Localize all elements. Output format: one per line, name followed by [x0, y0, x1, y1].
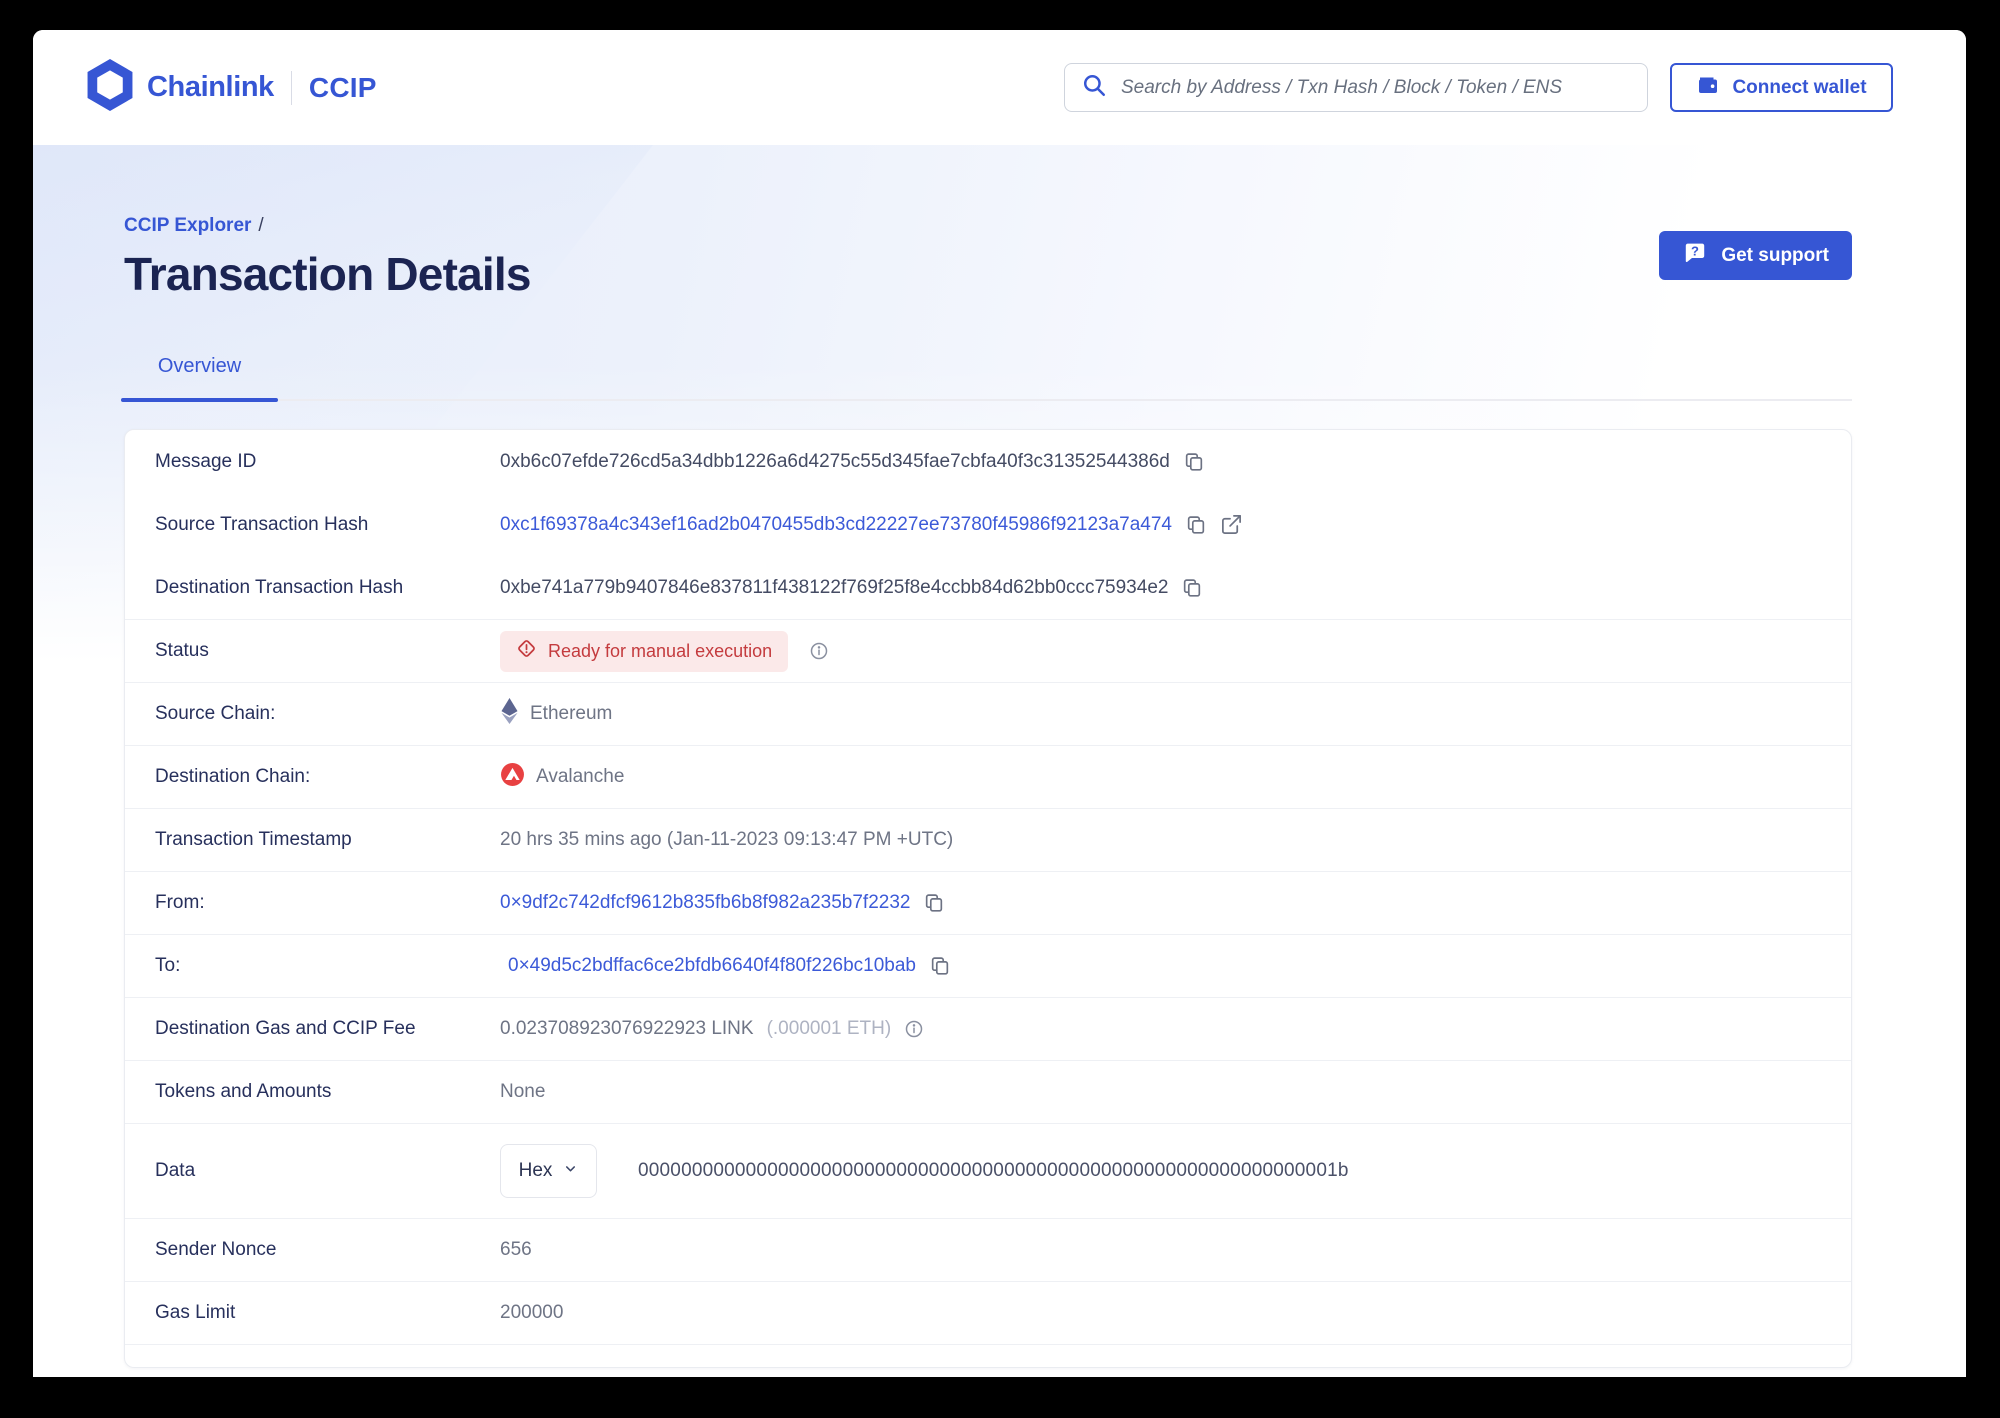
breadcrumb: CCIP Explorer /	[124, 215, 531, 237]
get-support-button[interactable]: ? Get support	[1659, 231, 1852, 280]
chat-question-icon: ?	[1682, 240, 1708, 272]
to-address-link[interactable]: 0×49d5c2bdffac6ce2bfdb6640f4f80f226bc10b…	[508, 955, 916, 977]
row-destination-transaction-hash: Destination Transaction Hash 0xbe741a779…	[125, 556, 1851, 619]
row-label: Source Chain:	[155, 703, 276, 724]
chevron-down-icon	[563, 1160, 578, 1182]
row-label: Transaction Timestamp	[155, 829, 352, 850]
brand-name: Chainlink	[147, 71, 274, 103]
main-content: CCIP Explorer / Transaction Details ? Get…	[33, 215, 1966, 1368]
data-format-select[interactable]: Hex	[500, 1144, 597, 1198]
row-label: Gas Limit	[155, 1302, 236, 1323]
row-source-chain: Source Chain: Ethereum	[125, 682, 1851, 745]
row-label: To:	[155, 955, 181, 976]
message-id-value: 0xb6c07efde726cd5a34dbb1226a6d4275c55d34…	[500, 450, 1170, 472]
connect-wallet-button[interactable]: Connect wallet	[1670, 63, 1893, 112]
data-hex-value: 0000000000000000000000000000000000000000…	[638, 1160, 1349, 1181]
row-from: From: 0×9df2c742dfcf9612b835fb6b8f982a23…	[125, 871, 1851, 934]
destination-transaction-hash-value: 0xbe741a779b9407846e837811f438122f769f25…	[500, 576, 1169, 598]
status-text: Ready for manual execution	[548, 640, 773, 661]
timestamp-value: 20 hrs 35 mins ago (Jan-11-2023 09:13:47…	[500, 829, 954, 850]
wallet-icon	[1696, 73, 1720, 103]
alert-diamond-icon	[516, 638, 537, 664]
row-to: To: 0×49d5c2bdffac6ce2bfdb6640f4f80f226b…	[125, 934, 1851, 997]
app-window: Chainlink CCIP Connect wallet CCIP Explo…	[33, 30, 1966, 1377]
connect-wallet-label: Connect wallet	[1732, 76, 1867, 98]
brand-divider	[290, 70, 292, 105]
row-label: Destination Chain:	[155, 766, 311, 787]
row-label: Destination Gas and CCIP Fee	[155, 1018, 416, 1039]
row-label: From:	[155, 892, 205, 913]
tab-overview[interactable]: Overview	[121, 355, 278, 402]
sender-nonce-value: 656	[500, 1239, 532, 1260]
ethereum-icon	[500, 698, 519, 730]
copy-icon[interactable]	[1181, 577, 1203, 599]
search-icon	[1081, 72, 1107, 103]
row-label: Status	[155, 640, 209, 661]
row-label: Message ID	[155, 450, 257, 472]
brand-product-name: CCIP	[308, 71, 377, 103]
fee-eth-equivalent: (.000001 ETH)	[766, 1018, 892, 1039]
gas-limit-value: 200000	[500, 1302, 564, 1323]
row-tokens-and-amounts: Tokens and Amounts None	[125, 1060, 1851, 1123]
fee-value: 0.023708923076922923 LINK	[500, 1018, 754, 1039]
svg-text:?: ?	[1691, 243, 1699, 258]
brand-logo-group[interactable]: Chainlink CCIP	[87, 59, 377, 116]
page-head-left: CCIP Explorer / Transaction Details	[124, 215, 531, 301]
row-message-id: Message ID 0xb6c07efde726cd5a34dbb1226a6…	[125, 430, 1851, 493]
row-destination-gas-and-ccip-fee: Destination Gas and CCIP Fee 0.023708923…	[125, 997, 1851, 1060]
row-label: Sender Nonce	[155, 1239, 277, 1260]
source-transaction-hash-link[interactable]: 0xc1f69378a4c343ef16ad2b0470455db3cd2222…	[500, 514, 1172, 536]
row-label: Tokens and Amounts	[155, 1081, 332, 1102]
row-source-transaction-hash: Source Transaction Hash 0xc1f69378a4c343…	[125, 493, 1851, 556]
transaction-details-card: Message ID 0xb6c07efde726cd5a34dbb1226a6…	[124, 429, 1852, 1368]
search-input[interactable]	[1119, 75, 1631, 100]
row-transaction-timestamp: Transaction Timestamp 20 hrs 35 mins ago…	[125, 808, 1851, 871]
info-icon[interactable]	[809, 641, 829, 661]
row-label: Source Transaction Hash	[155, 513, 369, 535]
row-destination-chain: Destination Chain: Avalanche	[125, 745, 1851, 808]
chainlink-logo-icon	[87, 59, 133, 116]
copy-icon[interactable]	[1185, 514, 1207, 536]
row-status: Status Ready for manual execution	[125, 619, 1851, 682]
from-address-link[interactable]: 0×9df2c742dfcf9612b835fb6b8f982a235b7f22…	[500, 892, 910, 914]
info-icon[interactable]	[904, 1019, 924, 1039]
external-link-icon[interactable]	[1220, 513, 1243, 536]
copy-icon[interactable]	[929, 955, 951, 977]
page-title: Transaction Details	[124, 248, 531, 300]
row-sender-nonce: Sender Nonce 656	[125, 1218, 1851, 1281]
destination-chain-name: Avalanche	[536, 766, 625, 787]
tokens-and-amounts-value: None	[500, 1081, 546, 1102]
search-box[interactable]	[1064, 63, 1648, 112]
source-chain-value: Ethereum	[500, 698, 612, 730]
status-badge: Ready for manual execution	[500, 630, 789, 672]
row-label: Destination Transaction Hash	[155, 576, 404, 598]
breadcrumb-link-ccip-explorer[interactable]: CCIP Explorer	[124, 215, 251, 236]
partial-next-row	[125, 1344, 1851, 1367]
site-header: Chainlink CCIP Connect wallet	[33, 30, 1966, 145]
copy-icon[interactable]	[923, 892, 945, 914]
row-data: Data Hex 0000000000000000000000000000000…	[125, 1123, 1851, 1218]
data-format-selected: Hex	[518, 1160, 553, 1181]
get-support-label: Get support	[1721, 244, 1829, 266]
copy-icon[interactable]	[1183, 451, 1205, 473]
tab-bar: Overview	[121, 355, 1852, 402]
row-gas-limit: Gas Limit 200000	[125, 1281, 1851, 1344]
destination-chain-value: Avalanche	[500, 762, 624, 793]
avalanche-icon	[500, 762, 525, 793]
row-label: Data	[155, 1160, 196, 1181]
page-head: CCIP Explorer / Transaction Details ? Get…	[124, 215, 1852, 301]
source-chain-name: Ethereum	[530, 703, 613, 724]
breadcrumb-separator: /	[258, 215, 264, 236]
